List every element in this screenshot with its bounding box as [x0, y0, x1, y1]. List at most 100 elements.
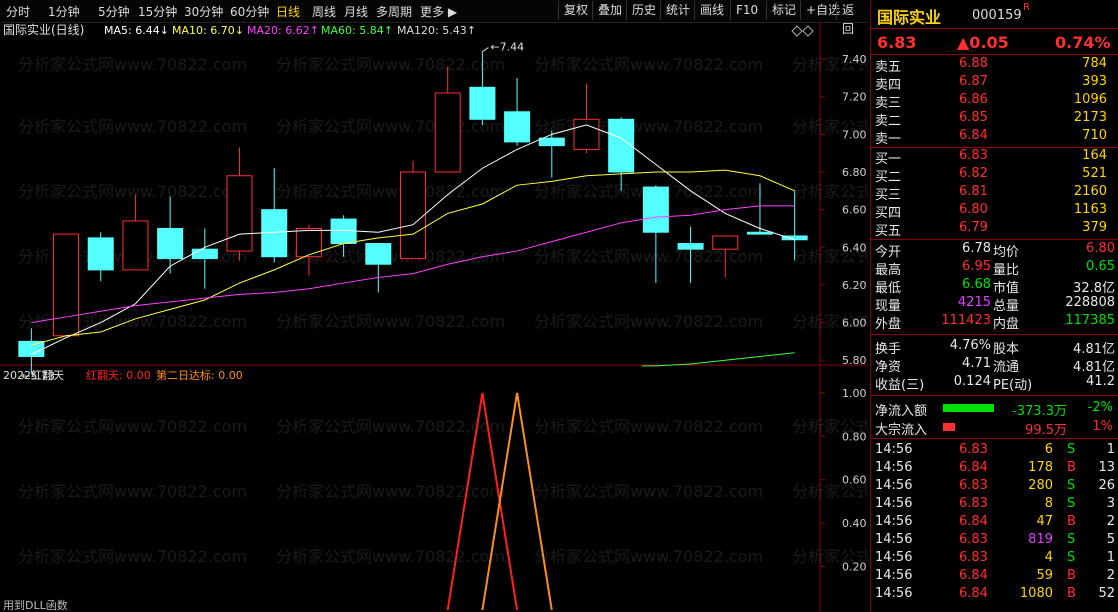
- indicator-footer: 用到DLL函数: [3, 599, 68, 612]
- high-marker: [482, 47, 489, 52]
- period-tab-8[interactable]: 月线: [344, 3, 368, 20]
- tick-price: 6.84: [959, 586, 988, 601]
- watermark-text: 分析家公式网www.70822.com: [276, 547, 505, 566]
- period-tab-5[interactable]: 60分钟: [230, 3, 269, 20]
- stat-label: 市值: [993, 281, 1020, 296]
- watermark-text: 分析家公式网www.70822.com: [534, 417, 763, 436]
- candle: [642, 185, 669, 284]
- toolbar-button-6[interactable]: 标记: [766, 1, 801, 20]
- stat-row: 最低 6.68 市值 32.8亿: [871, 277, 1118, 296]
- stat-row: 净资 4.71 流通 4.81亿: [871, 356, 1118, 375]
- tick-time: 14:56: [875, 550, 913, 565]
- tick-time: 14:56: [875, 514, 913, 529]
- period-tab-2[interactable]: 5分钟: [98, 3, 130, 20]
- tick-time: 14:56: [875, 532, 913, 547]
- stat-row: 换手 4.76% 股本 4.81亿: [871, 338, 1118, 357]
- ind-y-tick-label: 0.20: [842, 561, 867, 574]
- ma-legend-4: MA120: 5.43↑: [397, 24, 476, 37]
- watermark-text: 分析家公式网www.70822.com: [534, 247, 763, 266]
- watermark-text: 分析家公式网www.70822.com: [18, 417, 247, 436]
- flow-row: 大宗流入 99.5万 1%: [871, 419, 1118, 438]
- candle-body: [504, 111, 531, 143]
- stat-label: 流通: [993, 360, 1020, 375]
- stat-value: 6.95: [962, 259, 991, 274]
- bid-price: 6.82: [959, 166, 988, 181]
- last-price: 6.83: [877, 33, 917, 52]
- y-tick-label: 7.40: [842, 53, 867, 66]
- stock-name: 国际实业: [877, 8, 942, 27]
- ask-label: 卖五: [875, 60, 902, 75]
- tick-price: 6.84: [959, 514, 988, 529]
- stat-label: 均价: [993, 245, 1020, 260]
- period-tab-7[interactable]: 周线: [312, 3, 336, 20]
- ma-line-MA60: [641, 352, 795, 367]
- tick-price: 6.83: [959, 550, 988, 565]
- toolbar-button-0[interactable]: 复权: [558, 1, 593, 20]
- tick-row: 14:56 6.83 6 S 1: [871, 442, 1118, 460]
- ask-row: 卖三 6.86 1096: [871, 92, 1118, 111]
- watermark-text: 分析家公式网www.70822.com: [18, 547, 247, 566]
- ask-row: 卖四 6.87 393: [871, 74, 1118, 93]
- toolbar-button-4[interactable]: 画线: [694, 1, 729, 20]
- bid-row: 买二 6.82 521: [871, 166, 1118, 185]
- period-tab-1[interactable]: 1分钟: [48, 3, 80, 20]
- ask-label: 卖二: [875, 114, 902, 129]
- period-tab-6[interactable]: 日线: [276, 3, 300, 20]
- stat-value: 4.81亿: [1073, 360, 1115, 375]
- bid-volume: 521: [1082, 166, 1107, 181]
- bid-price: 6.79: [959, 220, 988, 235]
- stat-value: 6.80: [1086, 241, 1115, 256]
- candle-body: [677, 243, 704, 250]
- ma-legend-0: MA5: 6.44↓: [104, 24, 169, 37]
- bid-row: 买五 6.79 379: [871, 220, 1118, 239]
- toolbar-button-2[interactable]: 历史: [626, 1, 661, 20]
- flow-bar: [943, 404, 994, 412]
- candle-body: [87, 237, 114, 271]
- indicator-name: 2022红翻天: [3, 368, 64, 382]
- stat-label: 最低: [875, 281, 902, 296]
- tick-count: 26: [1098, 478, 1115, 493]
- stat-value: 117385: [1065, 313, 1115, 328]
- tick-side: B: [1067, 514, 1076, 529]
- stat-label: 外盘: [875, 317, 902, 332]
- tick-side: S: [1067, 550, 1076, 565]
- watermark-text: 分析家公式网www.70822.com: [534, 55, 763, 74]
- stat-value: 41.2: [1086, 374, 1115, 389]
- tick-row: 14:56 6.83 8 S 3: [871, 496, 1118, 514]
- stat-value: 111423: [941, 313, 991, 328]
- bid-volume: 164: [1082, 148, 1107, 163]
- ask-volume: 393: [1082, 74, 1107, 89]
- flow-bar: [943, 423, 955, 431]
- bid-row: 买三 6.81 2160: [871, 184, 1118, 203]
- tick-volume: 6: [1044, 442, 1053, 457]
- tick-price: 6.83: [959, 532, 988, 547]
- ind-y-tick-label: 1.00: [842, 387, 867, 400]
- toolbar-button-5[interactable]: F10: [730, 1, 763, 20]
- watermark-text: 分析家公式网www.70822.com: [276, 55, 505, 74]
- quote-panel: 国际实业 000159 R 6.83 ▲0.05 0.74% 卖五 6.88 784…: [870, 0, 1118, 612]
- period-tab-4[interactable]: 30分钟: [184, 3, 223, 20]
- chart-area[interactable]: 分析家公式网www.70822.com 分析家公式网www.70822.com 分析…: [0, 22, 868, 612]
- toolbar-button-8[interactable]: 返回: [836, 1, 868, 36]
- period-tab-0[interactable]: 分时: [6, 3, 30, 20]
- watermark-text: 分析家公式网www.70822.com: [534, 547, 763, 566]
- period-tab-9[interactable]: 多周期: [376, 3, 412, 20]
- bid-label: 买四: [875, 206, 902, 221]
- settings-icon: [802, 25, 814, 37]
- flow-value: -373.3万: [1012, 404, 1067, 419]
- flow-pct: -2%: [1087, 400, 1113, 415]
- ask-volume: 710: [1082, 128, 1107, 143]
- y-tick-label: 7.00: [842, 128, 867, 141]
- stat-value: 6.68: [962, 277, 991, 292]
- bid-price: 6.80: [959, 202, 988, 217]
- watermark-text: 分析家公式网www.70822.com: [276, 482, 505, 501]
- toolbar-button-1[interactable]: 叠加: [592, 1, 627, 20]
- bid-row: 买一 6.83 164: [871, 148, 1118, 167]
- watermark-text: 分析家公式网www.70822.com: [534, 482, 763, 501]
- stat-label: 股本: [993, 342, 1020, 357]
- ma-legend-2: MA20: 6.62↑: [247, 24, 319, 37]
- period-tab-10[interactable]: 更多 ▶: [420, 3, 457, 20]
- candle-body: [538, 137, 565, 147]
- toolbar-button-3[interactable]: 统计: [660, 1, 695, 20]
- period-tab-3[interactable]: 15分钟: [138, 3, 177, 20]
